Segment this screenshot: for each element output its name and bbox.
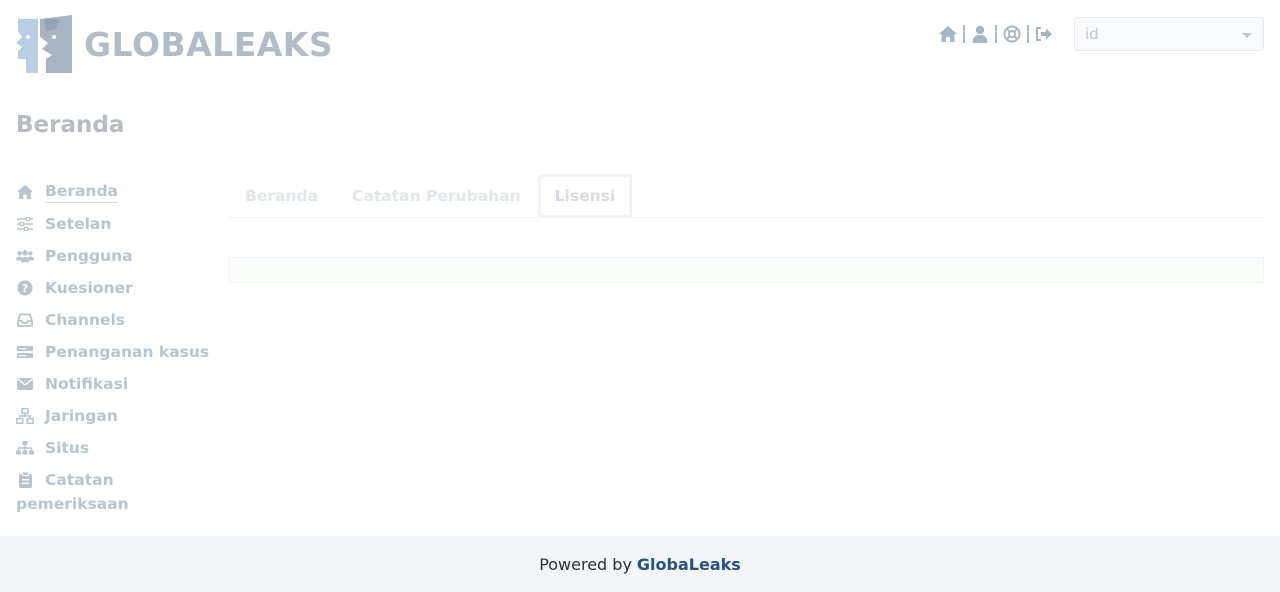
page-title: Beranda — [16, 112, 125, 138]
footer-prefix: Powered by — [539, 554, 632, 574]
separator — [1027, 25, 1029, 43]
sidebar-item-situs[interactable]: Situs — [16, 432, 216, 464]
home-icon — [16, 183, 34, 201]
sidebar-item-label: Setelan — [45, 215, 112, 233]
sidebar-item-label: Notifikasi — [45, 375, 129, 393]
language-select[interactable]: id — [1074, 17, 1264, 51]
sidebar-item-penanganan-kasus[interactable]: Penanganan kasus — [16, 336, 216, 368]
sidebar-item-label: Jaringan — [45, 407, 118, 425]
globaleaks-logo[interactable]: GLOBALEAKS — [16, 15, 333, 73]
chevron-down-icon — [1242, 33, 1252, 38]
tab-bar: Beranda Catatan Perubahan Lisensi — [228, 174, 1264, 218]
sidebar-item-catatan-pemeriksaan[interactable]: Catatan pemeriksaan — [16, 464, 216, 516]
footer-brand-link[interactable]: GlobaLeaks — [637, 555, 741, 574]
header-toolbar — [938, 24, 1054, 44]
sliders-icon — [16, 215, 34, 233]
tab-beranda[interactable]: Beranda — [228, 174, 335, 218]
user-icon[interactable] — [970, 24, 990, 44]
tab-content-panel — [228, 257, 1264, 283]
sidebar-nav: Beranda Setelan Pengguna ? Kuesioner Cha… — [16, 176, 216, 516]
sidebar-item-kuesioner[interactable]: ? Kuesioner — [16, 272, 216, 304]
sidebar-item-beranda[interactable]: Beranda — [16, 176, 216, 208]
sidebar-item-notifikasi[interactable]: Notifikasi — [16, 368, 216, 400]
sitemap-icon — [16, 439, 34, 457]
logout-icon[interactable] — [1034, 24, 1054, 44]
tab-lisensi[interactable]: Lisensi — [537, 174, 633, 218]
lifebuoy-icon[interactable] — [1002, 24, 1022, 44]
sidebar-item-pengguna[interactable]: Pengguna — [16, 240, 216, 272]
sidebar-item-jaringan[interactable]: Jaringan — [16, 400, 216, 432]
logo-text: GLOBALEAKS — [84, 24, 334, 64]
language-select-value: id — [1085, 25, 1099, 43]
sidebar-item-channels[interactable]: Channels — [16, 304, 216, 336]
sidebar-item-label: Beranda — [45, 182, 119, 203]
footer: Powered by GlobaLeaks — [0, 536, 1280, 592]
server-icon — [16, 343, 34, 361]
separator — [995, 25, 997, 43]
envelope-icon — [16, 375, 34, 393]
separator — [963, 25, 965, 43]
tab-catatan-perubahan[interactable]: Catatan Perubahan — [335, 174, 538, 218]
users-icon — [16, 247, 34, 265]
clipboard-icon — [16, 471, 34, 489]
svg-text:?: ? — [22, 282, 28, 295]
sidebar-item-label: Situs — [45, 439, 90, 457]
home-icon[interactable] — [938, 24, 958, 44]
network-icon — [16, 407, 34, 425]
sidebar-item-label: Channels — [45, 311, 125, 329]
globaleaks-faces-logo — [16, 15, 72, 73]
sidebar-item-setelan[interactable]: Setelan — [16, 208, 216, 240]
question-circle-icon: ? — [16, 279, 34, 297]
sidebar-item-label: Penanganan kasus — [45, 343, 210, 361]
sidebar-item-label: Pengguna — [45, 247, 133, 265]
inbox-icon — [16, 311, 34, 329]
sidebar-item-label: Kuesioner — [45, 279, 133, 297]
